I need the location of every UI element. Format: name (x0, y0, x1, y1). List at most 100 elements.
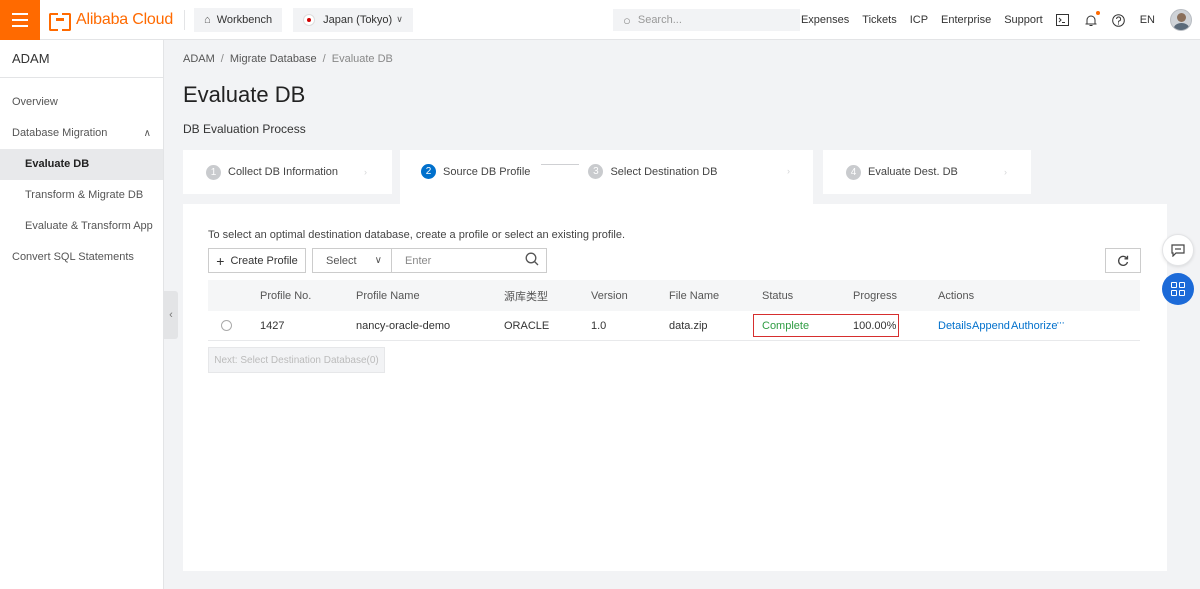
column-header-version: Version (591, 289, 628, 302)
support-link[interactable]: Support (1004, 14, 1043, 26)
chevron-up-icon: ∧ (143, 128, 151, 139)
breadcrumb-separator: / (220, 53, 224, 65)
search-icon[interactable] (525, 252, 539, 269)
step-connector (541, 164, 580, 165)
refresh-button[interactable] (1105, 248, 1141, 273)
append-link[interactable]: Append (972, 320, 1010, 332)
apps-grid-icon (1171, 282, 1185, 296)
breadcrumb-item-adam[interactable]: ADAM (183, 53, 215, 65)
language-switcher[interactable]: EN (1140, 14, 1155, 26)
profile-search (391, 248, 547, 273)
create-profile-button[interactable]: + Create Profile (208, 248, 306, 273)
profile-table: Profile No. Profile Name 源库类型 Version Fi… (208, 280, 1140, 341)
search-input[interactable] (405, 254, 515, 267)
step-number: 3 (588, 164, 604, 179)
column-header-actions: Actions (938, 289, 975, 302)
step-number: 4 (846, 164, 861, 180)
cell-file-name: data.zip (669, 319, 708, 332)
tickets-link[interactable]: Tickets (862, 14, 896, 26)
apps-button[interactable] (1162, 273, 1194, 305)
column-header-profile-no: Profile No. (260, 289, 312, 302)
column-header-file-name: File Name (669, 289, 720, 302)
divider (184, 9, 186, 30)
region-selector[interactable]: Japan (Tokyo) ∨ (293, 7, 413, 32)
plus-icon: + (216, 252, 225, 269)
workbench-button[interactable]: ⌂ Workbench (194, 7, 283, 32)
step-collect-db-info[interactable]: 1 Collect DB Information › (183, 150, 392, 194)
home-icon: ⌂ (204, 13, 211, 26)
row-select-radio[interactable] (221, 320, 232, 331)
cell-progress: 100.00% (853, 319, 897, 332)
step-number: 1 (206, 164, 221, 180)
bell-icon[interactable] (1084, 11, 1100, 27)
refresh-icon (1118, 255, 1129, 266)
sidebar-item-overview[interactable]: Overview (0, 87, 163, 118)
cell-profile-name: nancy-oracle-demo (356, 319, 451, 332)
japan-flag-icon (303, 13, 316, 26)
chat-icon (1171, 243, 1185, 257)
icp-link[interactable]: ICP (910, 14, 928, 26)
breadcrumb-item-migrate-database[interactable]: Migrate Database (230, 53, 317, 65)
sidebar-item-database-migration[interactable]: Database Migration ∧ (0, 118, 163, 149)
expenses-link[interactable]: Expenses (801, 14, 849, 26)
step-select-destination-db[interactable]: 3 Select Destination DB (588, 164, 717, 179)
sidebar-item-label: Database Migration (12, 127, 108, 139)
sidebar-collapse-handle[interactable]: ‹ (164, 291, 178, 339)
page-title: Evaluate DB (183, 82, 306, 107)
chevron-right-icon: › (364, 167, 367, 177)
search-placeholder: Search... (637, 14, 682, 26)
feedback-button[interactable] (1162, 234, 1194, 266)
sidebar-item-evaluate-transform-app[interactable]: Evaluate & Transform App (0, 211, 163, 242)
region-label: Japan (Tokyo) (323, 13, 393, 26)
menu-icon[interactable] (0, 0, 40, 40)
brand-name: Alibaba Cloud (76, 10, 174, 28)
cell-version: 1.0 (591, 319, 607, 332)
more-actions-icon[interactable]: ··· (1056, 317, 1065, 329)
cell-source-type: ORACLE (504, 319, 550, 332)
top-links: Expenses Tickets ICP Enterprise Support … (801, 0, 1200, 40)
filter-select-value: Select (326, 254, 357, 267)
chevron-down-icon: ∨ (396, 14, 403, 24)
brand-logo[interactable]: Alibaba Cloud (49, 0, 184, 40)
chevron-right-icon: › (787, 166, 790, 176)
column-header-source-type: 源库类型 (504, 290, 548, 303)
filter-select[interactable]: Select ∨ (312, 248, 392, 273)
avatar[interactable] (1170, 9, 1192, 31)
sidebar-title: ADAM (0, 40, 163, 78)
breadcrumb-separator: / (322, 53, 326, 65)
enterprise-link[interactable]: Enterprise (941, 14, 991, 26)
sidebar-item-convert-sql[interactable]: Convert SQL Statements (0, 242, 163, 273)
step-label: Evaluate Dest. DB (868, 166, 958, 178)
profile-panel: To select an optimal destination databas… (183, 204, 1167, 571)
global-search[interactable]: ○ Search... (613, 9, 800, 31)
sidebar-item-transform-migrate-db[interactable]: Transform & Migrate DB (0, 180, 163, 211)
step-number: 2 (421, 164, 436, 179)
next-select-destination-button[interactable]: Next: Select Destination Database(0) (208, 347, 385, 373)
instruction-text: To select an optimal destination databas… (208, 229, 626, 241)
create-profile-label: Create Profile (230, 254, 298, 267)
notification-dot (1095, 11, 1100, 15)
step-label: Select Destination DB (610, 165, 718, 178)
status-badge: Complete (762, 319, 810, 332)
sidebar: ADAM Overview Database Migration ∧ Evalu… (0, 40, 164, 589)
column-header-status: Status (762, 289, 794, 302)
column-header-profile-name: Profile Name (356, 289, 420, 302)
terminal-icon[interactable] (1056, 13, 1070, 27)
step-source-db-profile[interactable]: 2 Source DB Profile (421, 164, 530, 179)
breadcrumb: ADAM / Migrate Database / Evaluate DB (183, 53, 393, 65)
sidebar-item-evaluate-db[interactable]: Evaluate DB (0, 149, 163, 180)
search-icon: ○ (623, 12, 631, 28)
step-label: Collect DB Information (228, 166, 339, 178)
chevron-down-icon: ∨ (374, 255, 382, 266)
column-header-progress: Progress (853, 289, 898, 302)
table-row: 1427 nancy-oracle-demo ORACLE 1.0 data.z… (208, 311, 1140, 341)
cell-profile-no: 1427 (260, 319, 285, 332)
details-link[interactable]: Details (938, 320, 972, 332)
help-icon[interactable] (1112, 13, 1126, 27)
chevron-right-icon: › (1004, 167, 1007, 177)
top-navigation-bar: Alibaba Cloud ⌂ Workbench Japan (Tokyo) … (0, 0, 1200, 40)
step-evaluate-dest-db[interactable]: 4 Evaluate Dest. DB › (823, 150, 1031, 194)
page-subtitle: DB Evaluation Process (183, 122, 306, 136)
chevron-left-icon: ‹ (169, 309, 173, 321)
authorize-link[interactable]: Authorize (1011, 320, 1057, 332)
